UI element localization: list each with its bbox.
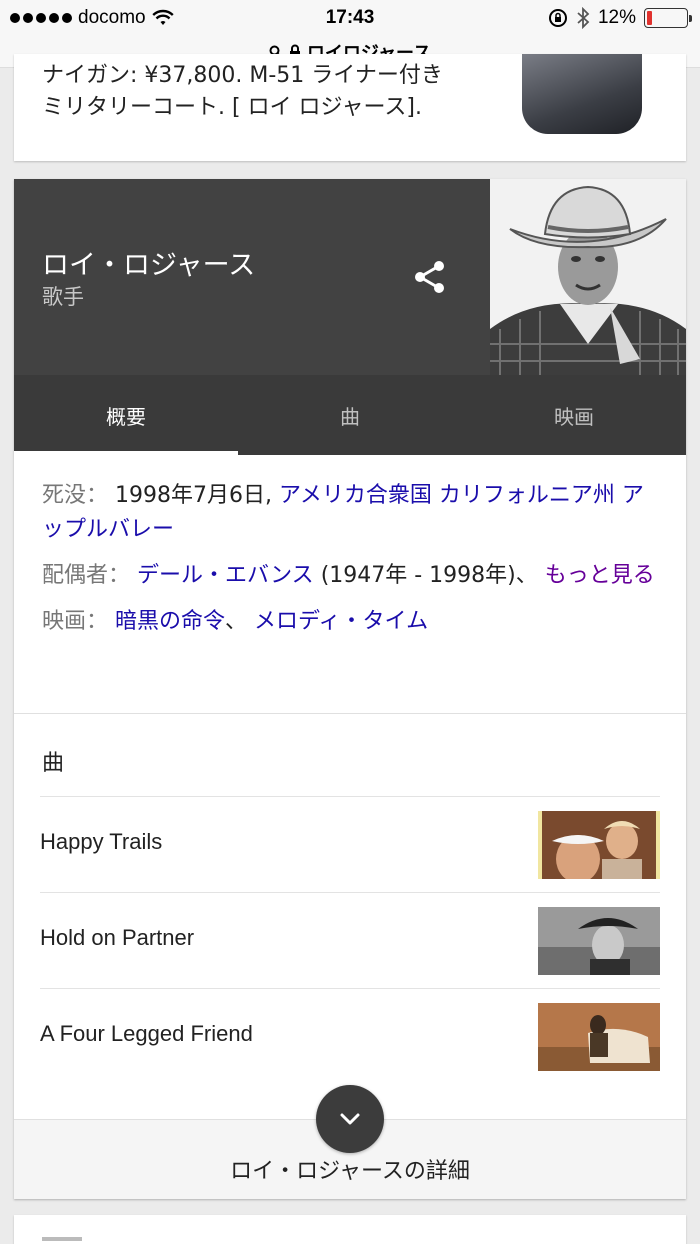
fact-spouse-years: (1947年 - 1998年)、 (320, 563, 538, 588)
entity-subtitle: 歌手 (42, 285, 84, 309)
song-item[interactable]: Hold on Partner (40, 892, 660, 988)
fact-label-films: 映画： (42, 609, 109, 634)
tab-songs[interactable]: 曲 (238, 375, 462, 455)
tab-overview[interactable]: 概要 (14, 375, 238, 455)
knowledge-panel-tabs: 概要 曲 映画 (14, 375, 686, 455)
song-title: Hold on Partner (40, 925, 195, 950)
knowledge-panel: ロイ・ロジャース 歌手 概要 曲 映画 死没： 1998年7月6日, アメリカ合… (14, 179, 686, 1199)
section-divider (14, 713, 686, 714)
tab-movies[interactable]: 映画 (462, 375, 686, 455)
facts-section: 死没： 1998年7月6日, アメリカ合衆国 カリフォルニア州 アップルバレー … (42, 479, 662, 651)
battery-percent: 12% (597, 7, 636, 28)
entity-photo[interactable] (490, 179, 686, 375)
fact-film-separator: 、 (225, 609, 248, 634)
result-snippet: ナイガン: ¥37,800. M-51 ライナー付きミリタリーコート. [ ロイ… (42, 63, 443, 120)
fact-death: 死没： 1998年7月6日, アメリカ合衆国 カリフォルニア州 アップルバレー (42, 479, 662, 547)
fact-label-death: 死没： (42, 483, 109, 508)
search-result-card[interactable]: ナイガン: ¥37,800. M-51 ライナー付きミリタリーコート. [ ロイ… (14, 54, 686, 161)
songs-heading: 曲 (42, 751, 65, 776)
fact-label-spouse: 配偶者： (42, 563, 131, 588)
entity-title: ロイ・ロジャース (42, 250, 256, 281)
song-title: A Four Legged Friend (40, 1021, 253, 1046)
fact-film-link-2[interactable]: メロディ・タイム (254, 609, 428, 634)
bluetooth-icon (577, 7, 590, 29)
song-title: Happy Trails (40, 829, 163, 854)
result-thumbnail[interactable] (522, 54, 642, 134)
battery-icon (644, 8, 692, 28)
status-bar: docomo 17:43 12% (0, 0, 700, 36)
rotation-lock-icon (548, 9, 567, 27)
next-result-title-stub (42, 1237, 82, 1241)
song-thumbnail (538, 811, 660, 879)
more-details-label: ロイ・ロジャースの詳細 (230, 1159, 470, 1184)
expand-button[interactable] (316, 1085, 384, 1153)
fact-films: 映画： 暗黒の命令、 メロディ・タイム (42, 605, 662, 639)
fact-spouse: 配偶者： デール・エバンス (1947年 - 1998年)、 もっと見る (42, 559, 662, 593)
song-thumbnail (538, 1003, 660, 1071)
knowledge-panel-header: ロイ・ロジャース 歌手 (14, 179, 686, 375)
chevron-down-icon (340, 1113, 360, 1125)
fact-film-link-1[interactable]: 暗黒の命令 (115, 609, 225, 634)
fact-death-date: 1998年7月6日, (115, 483, 272, 508)
fact-spouse-link[interactable]: デール・エバンス (137, 563, 314, 588)
song-item[interactable]: Happy Trails (40, 796, 660, 892)
song-thumbnail (538, 907, 660, 975)
fact-spouse-more-link[interactable]: もっと見る (545, 563, 655, 588)
song-item[interactable]: A Four Legged Friend (40, 988, 660, 1084)
share-icon[interactable] (412, 259, 448, 295)
next-result-card[interactable] (14, 1215, 686, 1244)
